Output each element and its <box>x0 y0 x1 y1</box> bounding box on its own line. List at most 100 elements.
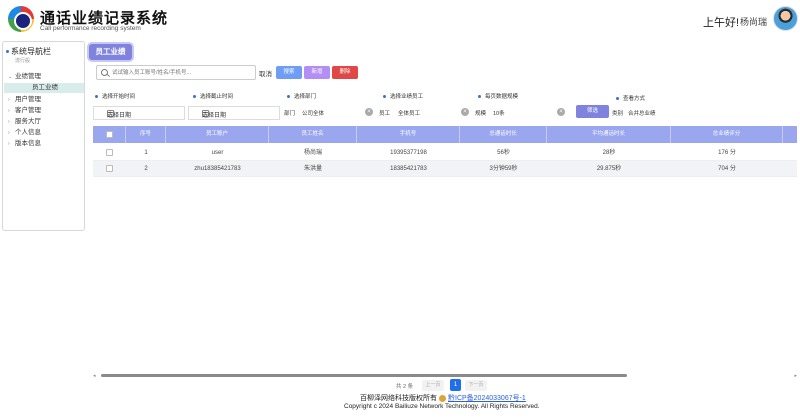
table-row[interactable]: 2 zhu18385421783 朱洪量 18385421783 3分钟59秒 … <box>93 161 797 177</box>
clear-icon[interactable]: × <box>365 108 373 116</box>
search-icon <box>101 69 108 76</box>
start-date-value: 选择日期 <box>107 113 132 119</box>
sidebar-nav: 系统导航栏 流行般 ⌄ 业绩管理 员工业绩 › 用户管理 › 客户管理 › 服务大厅 ›… <box>2 41 85 231</box>
staff-select[interactable]: 员工 全体员工 × <box>379 106 471 120</box>
table-row[interactable]: 1 user 杨尚瑞 19395377198 56秒 28秒 176 分 <box>93 145 797 161</box>
column-header[interactable]: 员工姓名 <box>269 126 357 143</box>
greeting-text: 上午好! <box>703 17 740 29</box>
column-header[interactable]: 手机号 <box>357 126 460 143</box>
cell-score: 176 分 <box>718 150 736 156</box>
footer-copyright: Copyright c 2024 Bailiuze Network Techno… <box>344 403 540 410</box>
view-mode-select[interactable]: 类别 合并总业绩 <box>612 109 656 117</box>
cell-score: 704 分 <box>718 166 736 172</box>
pagination-total: 共 2 条 <box>396 384 414 390</box>
view-mode-label: 查看方式 <box>616 94 645 102</box>
scroll-left-arrow-icon[interactable]: ◂ <box>93 373 96 379</box>
sidebar-item-performance[interactable]: ⌄ 业绩管理 <box>3 72 84 81</box>
username[interactable]: 杨尚瑞 <box>740 15 767 28</box>
scrollbar-thumb[interactable] <box>101 374 627 377</box>
sidebar-subitem-staff-performance[interactable]: 员工业绩 <box>4 83 84 93</box>
police-badge-icon <box>439 394 446 402</box>
cell-total-duration: 3分钟59秒 <box>489 166 518 172</box>
chevron-right-icon: › <box>8 141 10 147</box>
scroll-right-arrow-icon[interactable]: ▸ <box>794 373 797 379</box>
cell-phone: 18385421783 <box>390 166 427 172</box>
chevron-right-icon: › <box>8 119 10 125</box>
end-date-picker[interactable]: 选择日期 <box>188 106 280 120</box>
cell-phone: 19395377198 <box>390 150 427 156</box>
table-header: 序号 员工账户 员工姓名 手机号 总通话时长 平均通话时长 总业绩评分 <box>93 126 797 143</box>
row-checkbox[interactable] <box>106 149 113 156</box>
add-button[interactable]: 新增 <box>304 66 330 79</box>
cell-index: 1 <box>144 150 148 156</box>
sidebar-item-profile[interactable]: › 个人信息 <box>3 128 84 137</box>
sidebar-item-users[interactable]: › 用户管理 <box>3 95 84 104</box>
sidebar-item-label: 业绩管理 <box>15 73 41 80</box>
sidebar-item-customers[interactable]: › 客户管理 <box>3 106 84 115</box>
column-header[interactable]: 总业绩评分 <box>671 126 783 143</box>
page-size-label: 每页数据规模 <box>478 92 518 100</box>
staff-label: 选择业绩员工 <box>383 92 423 100</box>
filter-button[interactable]: 筛选 <box>576 105 609 118</box>
tab-staff-performance[interactable]: 员工业绩 <box>89 44 132 60</box>
sidebar-item-version[interactable]: › 版本信息 <box>3 139 84 148</box>
page-number-current[interactable]: 1 <box>450 379 461 391</box>
end-date-value: 选择日期 <box>202 113 227 119</box>
cell-name: 杨尚瑞 <box>303 150 322 156</box>
page-size-select[interactable]: 规模 10条 × <box>475 106 568 120</box>
department-label: 选择部门 <box>287 92 316 100</box>
cell-account: user <box>211 150 224 156</box>
chevron-right-icon: › <box>8 108 10 114</box>
column-header[interactable]: 总通话时长 <box>460 126 547 143</box>
performance-table: 序号 员工账户 员工姓名 手机号 总通话时长 平均通话时长 总业绩评分 1 us… <box>93 126 797 372</box>
start-date-picker[interactable]: 选择日期 <box>93 106 185 120</box>
app-logo-icon <box>8 6 34 32</box>
search-button[interactable]: 搜索 <box>276 66 302 79</box>
cell-name: 朱洪量 <box>303 166 322 172</box>
chevron-right-icon: › <box>8 130 10 136</box>
staff-prefix: 员工 <box>379 111 391 117</box>
avatar[interactable] <box>773 6 798 31</box>
column-header[interactable]: 序号 <box>126 126 166 143</box>
cell-index: 2 <box>144 166 148 172</box>
cell-account: zhu18385421783 <box>194 166 241 172</box>
footer-rights: 百柳泽网络科技版权所有 黔ICP备2024033067号-1 <box>360 393 526 403</box>
view-mode-prefix: 类别 <box>612 111 624 117</box>
start-time-label: 选择开始时间 <box>95 92 135 100</box>
search-box[interactable] <box>96 65 256 80</box>
clear-icon[interactable]: × <box>557 108 565 116</box>
sidebar-item-label: 用户管理 <box>15 96 41 103</box>
column-header[interactable]: 平均通话时长 <box>547 126 671 143</box>
header-checkbox-cell[interactable] <box>93 126 126 143</box>
cell-total-duration: 56秒 <box>497 150 510 156</box>
sidebar-item-label: 版本信息 <box>15 140 41 147</box>
cancel-button[interactable]: 取消 <box>259 68 272 78</box>
column-header[interactable]: 员工账户 <box>166 126 269 143</box>
chevron-right-icon: › <box>8 97 10 103</box>
row-checkbox[interactable] <box>106 165 113 172</box>
app-subtitle: Call performance recording system <box>40 25 141 32</box>
view-mode-value: 合并总业绩 <box>628 111 656 117</box>
department-select[interactable]: 部门 公司全体 × <box>284 106 376 120</box>
footer-company: 百柳泽网络科技版权所有 <box>360 395 437 402</box>
prev-page-button[interactable]: 上一页 <box>422 380 444 391</box>
chevron-down-icon: ⌄ <box>8 74 13 80</box>
search-input[interactable] <box>112 67 252 78</box>
app-header: 通话业绩记录系统 Call performance recording syst… <box>0 0 800 38</box>
select-all-checkbox[interactable] <box>106 131 113 138</box>
sidebar-subtitle: 流行般 <box>15 58 31 64</box>
sidebar-item-label: 个人信息 <box>15 129 41 136</box>
cell-avg-duration: 29.875秒 <box>596 166 622 172</box>
icp-link[interactable]: 黔ICP备2024033067号-1 <box>448 395 526 402</box>
sidebar-title: 系统导航栏 <box>6 46 51 57</box>
cell-avg-duration: 28秒 <box>602 150 616 156</box>
department-prefix: 部门 <box>284 111 296 117</box>
page-size-value: 10条 <box>493 111 505 117</box>
clear-icon[interactable]: × <box>461 108 469 116</box>
next-page-button[interactable]: 下一页 <box>465 380 487 391</box>
horizontal-scrollbar[interactable]: ◂ ▸ <box>93 373 797 379</box>
delete-button[interactable]: 删除 <box>332 66 358 79</box>
staff-value: 全体员工 <box>398 111 421 117</box>
sidebar-item-label: 服务大厅 <box>15 118 41 125</box>
sidebar-item-service-hall[interactable]: › 服务大厅 <box>3 117 84 126</box>
